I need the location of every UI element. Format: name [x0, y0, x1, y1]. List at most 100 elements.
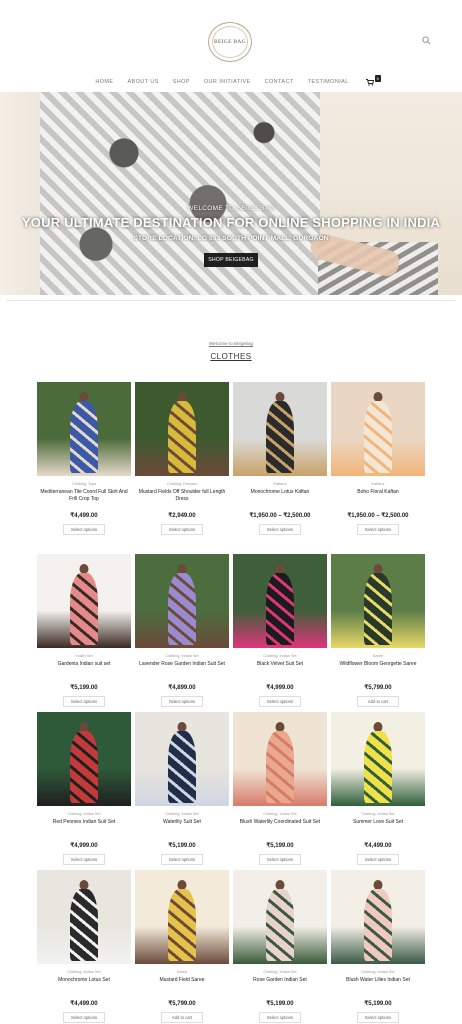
select-options-button[interactable]: Select options [161, 854, 203, 865]
product-image[interactable] [37, 870, 131, 964]
select-options-button[interactable]: Select options [161, 524, 203, 535]
product-card[interactable]: Saree Mustard Field Saree ₹5,799.00 Add … [135, 870, 229, 1023]
nav-testimonial[interactable]: TESTIMONIAL [308, 79, 349, 85]
product-category[interactable]: Clothing, Indian Set [233, 654, 327, 659]
product-card[interactable]: Clothing, Indian Set Blush Waterlily Coo… [233, 712, 327, 865]
select-options-button[interactable]: Select options [259, 696, 301, 707]
product-category[interactable]: Clothing, Tops [37, 482, 131, 487]
product-card[interactable]: Kaftans Boho Floral Kaftan ₹1,950.00 – ₹… [331, 382, 425, 535]
product-card[interactable]: Clothing, Indian Set Lavender Rose Garde… [135, 554, 229, 707]
nav-contact[interactable]: CONTACT [265, 79, 294, 85]
product-name[interactable]: Red Peonies Indian Suit Set [37, 819, 131, 837]
product-image[interactable] [135, 712, 229, 806]
product-category[interactable]: Saree [331, 654, 425, 659]
product-price: ₹1,950.00 – ₹2,500.00 [347, 513, 409, 519]
product-category[interactable]: Clothing, Indian Set [37, 812, 131, 817]
section-title[interactable]: CLOTHES [0, 352, 462, 361]
product-name[interactable]: Blush Water Lilies Indian Set [331, 977, 425, 995]
product-category[interactable]: Kaftans [331, 482, 425, 487]
product-name[interactable]: Mustard Field Saree [135, 977, 229, 995]
product-name[interactable]: Boho Floral Kaftan [331, 489, 425, 507]
nav-about-us[interactable]: ABOUT US [127, 79, 158, 85]
product-card[interactable]: Clothing, Dresses Mustard Fields Off Sho… [135, 382, 229, 535]
product-name[interactable]: Black Velvet Suit Set [233, 661, 327, 679]
product-price: ₹5,199.00 [266, 843, 294, 849]
product-card[interactable]: Clothing, Tops Mediterranean Tile Coord … [37, 382, 131, 535]
cart-button[interactable]: 0 [365, 74, 381, 86]
product-image[interactable] [37, 712, 131, 806]
product-price: ₹5,199.00 [364, 1001, 392, 1007]
nav-home[interactable]: HOME [95, 79, 113, 85]
product-category[interactable]: Clothing, Indian Set [233, 970, 327, 975]
product-name[interactable]: Mediterranean Tile Coord Full Skirt And … [37, 489, 131, 507]
welcome-link[interactable]: Welcome to Beigebag [0, 341, 462, 346]
product-image[interactable] [331, 382, 425, 476]
product-image[interactable] [233, 712, 327, 806]
select-options-button[interactable]: Select options [357, 1012, 399, 1023]
product-card[interactable]: Clothing, Indian Set Black Velvet Suit S… [233, 554, 327, 707]
product-category[interactable]: Clothing, Indian Set [37, 970, 131, 975]
add-to-cart-button[interactable]: Add to cart [357, 696, 399, 707]
product-image[interactable] [135, 554, 229, 648]
product-image[interactable] [331, 870, 425, 964]
product-image[interactable] [37, 554, 131, 648]
select-options-button[interactable]: Select options [63, 1012, 105, 1023]
product-image[interactable] [135, 382, 229, 476]
product-card[interactable]: Clothing, Indian Set Red Peonies Indian … [37, 712, 131, 865]
product-image[interactable] [233, 554, 327, 648]
select-options-button[interactable]: Select options [161, 696, 203, 707]
product-name[interactable]: Rose Garden Indian Set [233, 977, 327, 995]
search-icon[interactable] [422, 36, 431, 45]
product-category[interactable]: Clothing, Indian Set [331, 812, 425, 817]
nav-our-initiative[interactable]: OUR INITIATIVE [204, 79, 251, 85]
site-header: BEIGE BAG HOME ABOUT US SHOP OUR INITIAT… [0, 0, 462, 92]
product-name[interactable]: Gardenia Indian suit set [37, 661, 131, 679]
product-category[interactable]: Clothing, Indian Set [233, 812, 327, 817]
product-card[interactable]: Indian Set Gardenia Indian suit set ₹5,1… [37, 554, 131, 707]
shop-beigebag-button[interactable]: SHOP BEIGEBAG [204, 253, 258, 267]
product-card[interactable]: Clothing, Indian Set Summer Love Suit Se… [331, 712, 425, 865]
product-category[interactable]: Clothing, Dresses [135, 482, 229, 487]
select-options-button[interactable]: Select options [357, 524, 399, 535]
site-logo[interactable]: BEIGE BAG [208, 22, 252, 62]
product-image[interactable] [135, 870, 229, 964]
product-image[interactable] [233, 870, 327, 964]
product-name[interactable]: Mustard Fields Off Shoulder full Length … [135, 489, 229, 507]
nav-shop[interactable]: SHOP [173, 79, 190, 85]
product-price: ₹4,499.00 [70, 1001, 98, 1007]
product-card[interactable]: Clothing, Indian Set Rose Garden Indian … [233, 870, 327, 1023]
select-options-button[interactable]: Select options [63, 524, 105, 535]
product-category[interactable]: Clothing, Indian Set [135, 812, 229, 817]
product-category[interactable]: Clothing, Indian Set [331, 970, 425, 975]
product-card[interactable]: Saree Wildflower Bloom Georgette Saree ₹… [331, 554, 425, 707]
select-options-button[interactable]: Select options [259, 854, 301, 865]
product-card[interactable]: Clothing, Indian Set Blush Water Lilies … [331, 870, 425, 1023]
product-image[interactable] [331, 554, 425, 648]
product-name[interactable]: Monochrome Lotus Set [37, 977, 131, 995]
select-options-button[interactable]: Select options [259, 524, 301, 535]
product-image[interactable] [331, 712, 425, 806]
select-options-button[interactable]: Select options [63, 854, 105, 865]
product-image[interactable] [233, 382, 327, 476]
product-card[interactable]: Kaftans Monochrome Lotus Kaftan ₹1,950.0… [233, 382, 327, 535]
product-name[interactable]: Monochrome Lotus Kaftan [233, 489, 327, 507]
product-category[interactable]: Clothing, Indian Set [135, 654, 229, 659]
product-category[interactable]: Indian Set [37, 654, 131, 659]
product-price: ₹5,799.00 [168, 1001, 196, 1007]
product-image[interactable] [37, 382, 131, 476]
product-name[interactable]: Waterlily Suit Set [135, 819, 229, 837]
product-name[interactable]: Wildflower Bloom Georgette Saree [331, 661, 425, 679]
product-name[interactable]: Lavender Rose Garden Indian Suit Set [135, 661, 229, 679]
product-card[interactable]: Clothing, Indian Set Monochrome Lotus Se… [37, 870, 131, 1023]
product-name[interactable]: Blush Waterlily Coordinated Suit Set [233, 819, 327, 837]
product-name[interactable]: Summer Love Suit Set [331, 819, 425, 837]
select-options-button[interactable]: Select options [259, 1012, 301, 1023]
add-to-cart-button[interactable]: Add to cart [161, 1012, 203, 1023]
select-options-button[interactable]: Select options [357, 854, 399, 865]
product-category[interactable]: Kaftans [233, 482, 327, 487]
product-price: ₹1,950.00 – ₹2,500.00 [249, 513, 311, 519]
product-card[interactable]: Clothing, Indian Set Waterlily Suit Set … [135, 712, 229, 865]
select-options-button[interactable]: Select options [63, 696, 105, 707]
product-price: ₹4,899.00 [168, 685, 196, 691]
product-category[interactable]: Saree [135, 970, 229, 975]
